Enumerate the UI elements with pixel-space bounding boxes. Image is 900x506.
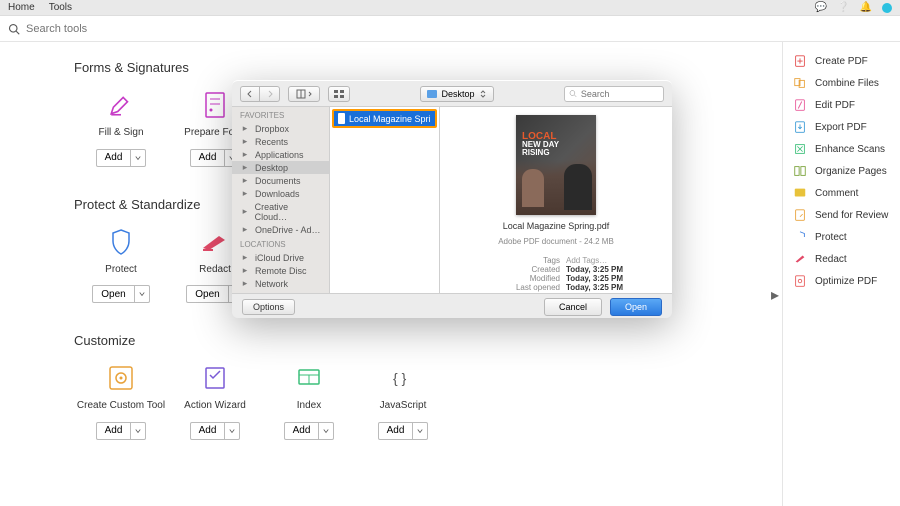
pen-icon — [108, 92, 134, 118]
gear-box-icon — [108, 365, 134, 391]
chevron-down-icon — [135, 286, 149, 302]
sidebar-item-organize-pages[interactable]: Organize Pages — [783, 160, 900, 182]
add-tags[interactable]: Add Tags… — [566, 256, 636, 265]
location-select[interactable]: Desktop — [420, 86, 493, 102]
tool-custom-tool[interactable]: Create Custom Tool Add — [74, 360, 168, 440]
search-icon — [569, 89, 577, 98]
sidebar-item-create-pdf[interactable]: Create PDF — [783, 50, 900, 72]
tab-home[interactable]: Home — [8, 2, 35, 13]
svg-text:{ }: { } — [393, 370, 407, 386]
add-button[interactable]: Add — [378, 422, 429, 440]
add-button[interactable]: Add — [284, 422, 335, 440]
redact-icon — [201, 232, 229, 252]
grid-view-button[interactable] — [328, 86, 350, 102]
selected-file[interactable]: Local Magazine Spring.pdf — [332, 109, 437, 128]
chevron-updown-icon — [479, 90, 487, 98]
file-list-column: Local Magazine Spring.pdf — [330, 107, 440, 293]
favorite-recents[interactable]: ▸Recents — [232, 135, 329, 148]
shield-icon — [109, 228, 133, 256]
search-bar — [0, 16, 900, 42]
open-button[interactable]: Open — [92, 285, 149, 303]
tool-action-wizard[interactable]: Action Wizard Add — [168, 360, 262, 440]
cancel-button[interactable]: Cancel — [544, 298, 602, 316]
favorite-dropbox[interactable]: ▸Dropbox — [232, 122, 329, 135]
dialog-sidebar: Favorites▸Dropbox▸Recents▸Applications▸D… — [232, 107, 330, 293]
sidebar-item-combine-files[interactable]: Combine Files — [783, 72, 900, 94]
add-button[interactable]: Add — [190, 422, 241, 440]
tool-javascript[interactable]: { } JavaScript Add — [356, 360, 450, 440]
dialog-search[interactable] — [564, 86, 664, 102]
tool-index[interactable]: Index Add — [262, 360, 356, 440]
view-mode-button[interactable] — [288, 86, 320, 102]
tool-protect[interactable]: Protect Open — [74, 224, 168, 304]
favorite-downloads[interactable]: ▸Downloads — [232, 187, 329, 200]
right-sidebar: Create PDFCombine FilesEdit PDFExport PD… — [782, 42, 900, 506]
sidebar-item-comment[interactable]: Comment — [783, 182, 900, 204]
favorite-creative-cloud-[interactable]: ▸Creative Cloud… — [232, 200, 329, 223]
favorite-desktop[interactable]: ▸Desktop — [232, 161, 329, 174]
options-button[interactable]: Options — [242, 299, 295, 315]
app-topbar: Home Tools 💬 ❔ 🔔 — [0, 0, 900, 16]
code-icon: { } — [389, 368, 417, 388]
sidebar-item-send-for-review[interactable]: Send for Review — [783, 204, 900, 226]
favorite-icloud-drive[interactable]: ▸iCloud Drive — [232, 251, 329, 264]
help-icon[interactable]: ❔ — [837, 2, 849, 13]
favorite-onedrive-ad-[interactable]: ▸OneDrive - Ad… — [232, 223, 329, 236]
add-button[interactable]: Add — [96, 422, 147, 440]
section-customize: Customize Create Custom Tool Add Action … — [74, 333, 782, 440]
favorite-network[interactable]: ▸Network — [232, 277, 329, 290]
sidebar-item-edit-pdf[interactable]: Edit PDF — [783, 94, 900, 116]
chevron-down-icon — [131, 150, 145, 166]
open-button[interactable]: Open — [610, 298, 662, 316]
sidebar-item-redact[interactable]: Redact — [783, 248, 900, 270]
file-preview: LOCAL NEW DAY RISING Local Magazine Spri… — [440, 107, 672, 293]
add-button[interactable]: Add — [96, 149, 147, 167]
message-icon[interactable]: 💬 — [815, 2, 827, 13]
index-icon — [296, 367, 322, 389]
sidebar-item-optimize-pdf[interactable]: Optimize PDF — [783, 270, 900, 292]
back-button[interactable] — [240, 86, 260, 102]
forward-button[interactable] — [260, 86, 280, 102]
pdf-file-icon — [338, 113, 345, 124]
search-icon — [8, 23, 20, 35]
form-icon — [203, 91, 227, 119]
file-open-dialog: Desktop Favorites▸Dropbox▸Recents▸Applic… — [232, 80, 672, 318]
bell-icon[interactable]: 🔔 — [860, 2, 872, 13]
checklist-icon — [203, 365, 227, 391]
sidebar-item-protect[interactable]: Protect — [783, 226, 900, 248]
tab-tools[interactable]: Tools — [49, 2, 72, 13]
favorite-remote-disc[interactable]: ▸Remote Disc — [232, 264, 329, 277]
collapse-sidebar-icon[interactable]: ▸ — [770, 290, 780, 300]
folder-icon — [427, 90, 437, 98]
avatar[interactable] — [882, 3, 892, 13]
favorite-applications[interactable]: ▸Applications — [232, 148, 329, 161]
file-thumbnail: LOCAL NEW DAY RISING — [516, 115, 596, 215]
search-input[interactable] — [26, 23, 892, 35]
section-title: Forms & Signatures — [74, 60, 782, 75]
sidebar-item-enhance-scans[interactable]: Enhance Scans — [783, 138, 900, 160]
favorite-documents[interactable]: ▸Documents — [232, 174, 329, 187]
tool-fill-sign[interactable]: Fill & Sign Add — [74, 87, 168, 167]
sidebar-item-export-pdf[interactable]: Export PDF — [783, 116, 900, 138]
